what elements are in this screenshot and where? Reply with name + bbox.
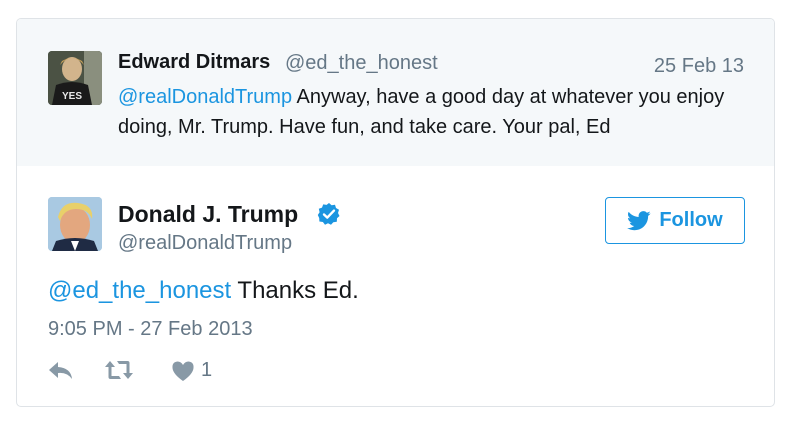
like-count: 1	[201, 359, 213, 381]
author-name[interactable]: Donald J. Trump	[118, 201, 298, 228]
author-handle[interactable]: @realDonaldTrump	[118, 232, 292, 255]
verified-badge-icon	[317, 203, 340, 225]
embedded-tweet-card: YES Edward Ditmars @ed_the_honest 25 Feb…	[16, 18, 775, 407]
retweet-button[interactable]	[104, 359, 134, 381]
twitter-bird-icon	[627, 210, 651, 230]
reply-button[interactable]	[48, 359, 74, 381]
parent-tweet-text: @realDonaldTrump Anyway, have a good day…	[118, 82, 748, 142]
retweet-icon	[105, 361, 133, 379]
author-avatar[interactable]	[48, 197, 102, 251]
tweet-text: @ed_the_honest Thanks Ed.	[48, 277, 359, 305]
parent-avatar-image: YES	[48, 51, 102, 105]
follow-button-label: Follow	[659, 209, 723, 231]
parent-author-avatar[interactable]: YES	[48, 51, 102, 105]
parent-mention-link[interactable]: @realDonaldTrump	[118, 86, 292, 108]
like-button[interactable]: 1	[171, 359, 212, 382]
parent-avatar-shirt-text: YES	[62, 91, 82, 102]
tweet-body: Thanks Ed.	[231, 277, 359, 304]
follow-button[interactable]: Follow	[605, 197, 745, 244]
parent-author-handle[interactable]: @ed_the_honest	[285, 52, 438, 75]
heart-icon	[172, 361, 194, 381]
parent-tweet[interactable]: YES Edward Ditmars @ed_the_honest 25 Feb…	[17, 19, 774, 166]
author-avatar-image	[48, 197, 102, 251]
parent-author-name[interactable]: Edward Ditmars	[118, 51, 270, 74]
tweet-mention-link[interactable]: @ed_the_honest	[48, 277, 231, 304]
reply-icon	[49, 362, 72, 379]
tweet-timestamp[interactable]: 9:05 PM - 27 Feb 2013	[48, 318, 253, 341]
parent-tweet-date[interactable]: 25 Feb 13	[654, 55, 744, 78]
